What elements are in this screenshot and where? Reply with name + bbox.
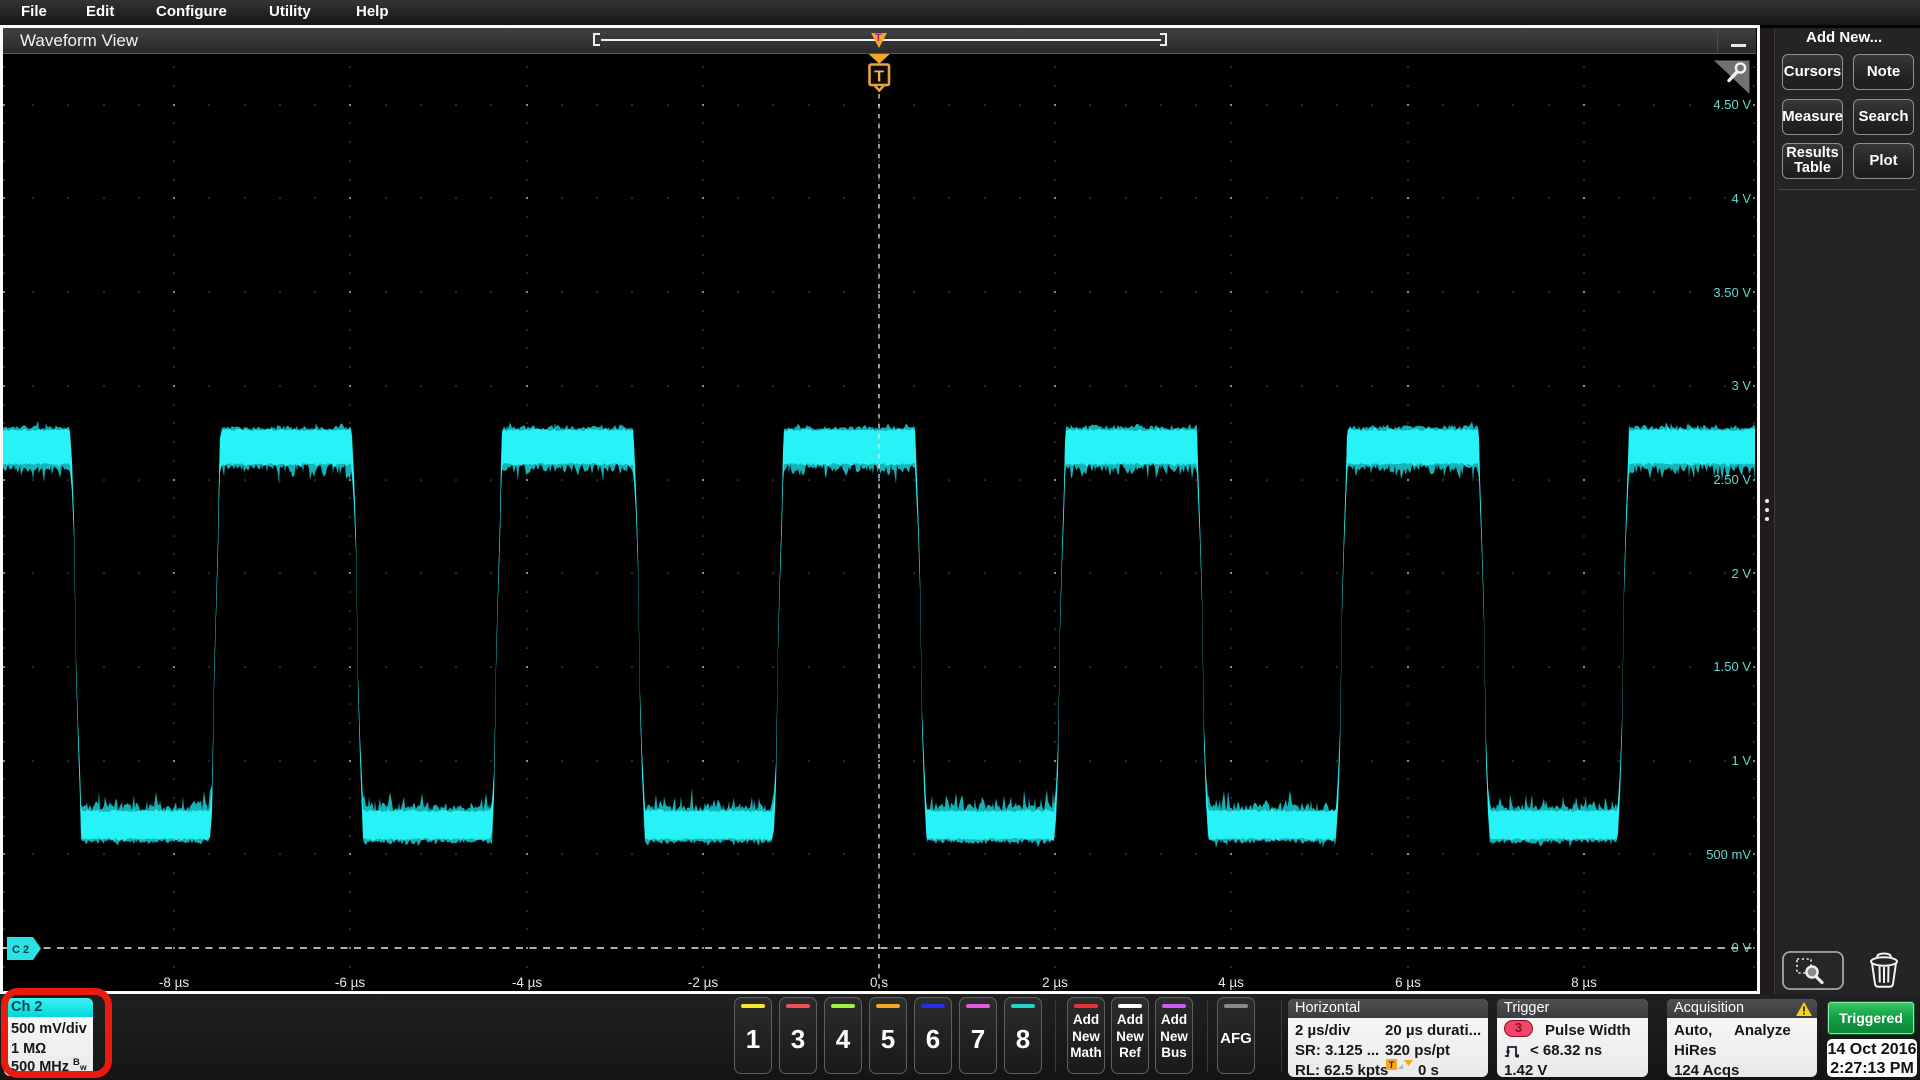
svg-text:6 µs: 6 µs (1395, 975, 1421, 990)
svg-text:-2 µs: -2 µs (688, 975, 719, 990)
svg-text:2.50 V: 2.50 V (1713, 472, 1751, 487)
svg-text:T: T (874, 69, 884, 86)
svg-text:-8 µs: -8 µs (159, 975, 190, 990)
svg-text:4 µs: 4 µs (1218, 975, 1244, 990)
svg-text:-6 µs: -6 µs (335, 975, 366, 990)
svg-text:-4 µs: -4 µs (512, 975, 543, 990)
svg-text:2 µs: 2 µs (1042, 975, 1068, 990)
svg-text:1.50 V: 1.50 V (1713, 659, 1751, 674)
svg-text:C 2: C 2 (12, 944, 29, 956)
svg-text:4.50 V: 4.50 V (1713, 97, 1751, 112)
svg-text:500 mV: 500 mV (1706, 847, 1751, 862)
svg-text:3 V: 3 V (1731, 378, 1751, 393)
svg-text:4 V: 4 V (1731, 191, 1751, 206)
svg-text:1 V: 1 V (1731, 753, 1751, 768)
svg-text:0 V: 0 V (1731, 940, 1751, 955)
svg-text:0 s: 0 s (870, 975, 888, 990)
svg-text:3.50 V: 3.50 V (1713, 285, 1751, 300)
svg-text:T: T (1389, 1060, 1395, 1070)
svg-text:2 V: 2 V (1731, 566, 1751, 581)
svg-text:8 µs: 8 µs (1571, 975, 1597, 990)
